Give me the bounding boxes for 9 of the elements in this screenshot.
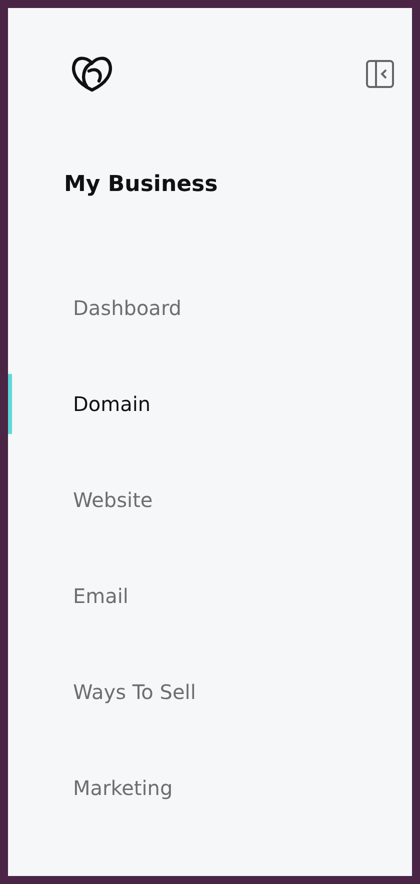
nav-item[interactable]: Marketing (8, 758, 173, 818)
sidebar-title: My Business (64, 171, 219, 199)
nav-item[interactable]: Ways To Sell (8, 662, 196, 722)
nav-item[interactable]: Website (8, 470, 153, 530)
nav-item[interactable]: Email (8, 566, 128, 626)
nav-item[interactable]: Domain (8, 374, 151, 434)
collapse-sidebar-icon[interactable] (366, 60, 394, 88)
heart-logo-icon (71, 55, 113, 93)
nav-item[interactable]: Dashboard (8, 278, 182, 338)
